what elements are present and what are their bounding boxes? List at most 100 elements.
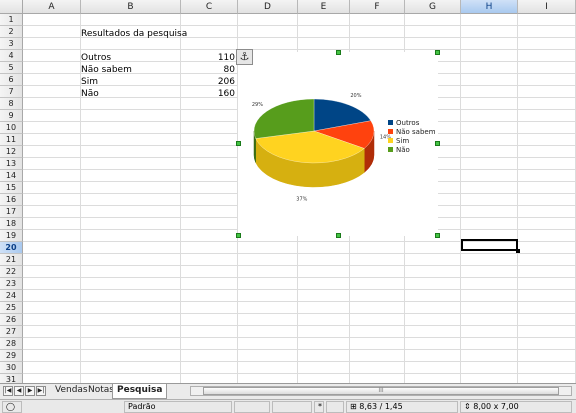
column-header-g[interactable]: G <box>405 0 461 14</box>
fill-handle[interactable] <box>516 249 520 253</box>
row-header-29[interactable]: 29 <box>0 350 23 362</box>
row-header-18[interactable]: 18 <box>0 218 23 230</box>
cell-c4-value[interactable]: 110 <box>181 52 235 64</box>
row-header-11[interactable]: 11 <box>0 134 23 146</box>
row-header-27[interactable]: 27 <box>0 326 23 338</box>
grid-hline <box>23 253 576 254</box>
grid-hline <box>23 289 576 290</box>
grid-hline <box>23 337 576 338</box>
column-header-b[interactable]: B <box>81 0 181 14</box>
grid-hline <box>23 349 576 350</box>
pie-percent-label: 37% <box>296 196 307 202</box>
legend-label: Outros <box>396 119 420 127</box>
size-icon: ⇕ <box>464 402 474 411</box>
pie-percent-label: 29% <box>252 102 263 108</box>
cell-b5-label[interactable]: Não sabem <box>81 64 132 76</box>
legend-swatch <box>388 120 393 125</box>
row-header-10[interactable]: 10 <box>0 122 23 134</box>
column-header-h[interactable]: H <box>461 0 518 14</box>
row-header-13[interactable]: 13 <box>0 158 23 170</box>
row-header-31[interactable]: 31 <box>0 374 23 383</box>
row-header-9[interactable]: 9 <box>0 110 23 122</box>
status-insert-mode[interactable] <box>272 401 312 413</box>
row-header-24[interactable]: 24 <box>0 290 23 302</box>
chart-handle-left[interactable] <box>236 141 241 146</box>
status-position-value: 8,63 / 1,45 <box>359 402 403 411</box>
cell-cursor-h20[interactable] <box>461 239 518 251</box>
row-header-14[interactable]: 14 <box>0 170 23 182</box>
legend-label: Não sabem <box>396 128 436 136</box>
next-sheet-icon[interactable]: ▶ <box>25 386 35 396</box>
horizontal-scroll-thumb[interactable]: III <box>203 387 559 395</box>
row-header-8[interactable]: 8 <box>0 98 23 110</box>
cell-c7-value[interactable]: 160 <box>181 88 235 100</box>
grid-hline <box>23 373 576 374</box>
grid-hline <box>23 277 576 278</box>
chart-handle-bottom-right[interactable] <box>435 233 440 238</box>
row-header-23[interactable]: 23 <box>0 278 23 290</box>
last-sheet-icon[interactable]: ▶| <box>36 386 46 396</box>
legend-label: Não <box>396 146 410 154</box>
pie-chart-object[interactable]: 20% 14% 37% 29% Outros Não sabem Sim Não <box>238 52 438 236</box>
status-size: ⇕ 8,00 x 7,00 <box>460 401 572 413</box>
chart-handle-bottom[interactable] <box>336 233 341 238</box>
row-header-15[interactable]: 15 <box>0 182 23 194</box>
column-header-e[interactable]: E <box>298 0 350 14</box>
grid-vline <box>460 14 461 383</box>
row-header-28[interactable]: 28 <box>0 338 23 350</box>
row-header-5[interactable]: 5 <box>0 62 23 74</box>
status-selection-mode[interactable] <box>326 401 344 413</box>
column-header-c[interactable]: C <box>181 0 238 14</box>
status-bar: ◯ Padrão * ⊞ 8,63 / 1,45 ⇕ 8,00 x 7,00 <box>0 399 576 413</box>
chart-handle-top-right[interactable] <box>435 50 440 55</box>
row-header-3[interactable]: 3 <box>0 38 23 50</box>
column-header-i[interactable]: I <box>518 0 576 14</box>
row-header-17[interactable]: 17 <box>0 206 23 218</box>
row-header-6[interactable]: 6 <box>0 74 23 86</box>
cell-b7-label[interactable]: Não <box>81 88 99 100</box>
row-header-7[interactable]: 7 <box>0 86 23 98</box>
legend-swatch <box>388 138 393 143</box>
row-header-30[interactable]: 30 <box>0 362 23 374</box>
grid-vline <box>517 14 518 383</box>
cell-c5-value[interactable]: 80 <box>181 64 235 76</box>
status-zoom[interactable] <box>234 401 270 413</box>
status-modified-icon: * <box>314 401 324 413</box>
row-header-1[interactable]: 1 <box>0 14 23 26</box>
status-page-style[interactable]: Padrão <box>124 401 232 413</box>
chart-handle-top[interactable] <box>336 50 341 55</box>
row-header-12[interactable]: 12 <box>0 146 23 158</box>
row-header-22[interactable]: 22 <box>0 266 23 278</box>
row-header-20[interactable]: 20 <box>0 242 23 254</box>
position-icon: ⊞ <box>350 402 360 411</box>
legend-label: Sim <box>396 137 409 145</box>
column-header-a[interactable]: A <box>23 0 81 14</box>
row-header-19[interactable]: 19 <box>0 230 23 242</box>
tab-pesquisa[interactable]: Pesquisa <box>112 384 168 399</box>
grid-hline <box>23 265 576 266</box>
row-header-25[interactable]: 25 <box>0 302 23 314</box>
chart-handle-bottom-left[interactable] <box>236 233 241 238</box>
row-header-2[interactable]: 2 <box>0 26 23 38</box>
spreadsheet-grid[interactable]: ABCDEFGHI 1 2 3 4 5 6 7 8 9 10 11 12 13 14 15 16 17 18 19 2… <box>0 0 576 383</box>
column-header-d[interactable]: D <box>238 0 298 14</box>
cell-c6-value[interactable]: 206 <box>181 76 235 88</box>
row-header-26[interactable]: 26 <box>0 314 23 326</box>
cell-b2-title[interactable]: Resultados da pesquisa <box>81 28 187 40</box>
cell-b4-label[interactable]: Outros <box>81 52 111 64</box>
status-signature-icon[interactable]: ◯ <box>2 401 22 413</box>
row-header-16[interactable]: 16 <box>0 194 23 206</box>
select-all-corner[interactable] <box>0 0 23 14</box>
cell-b6-label[interactable]: Sim <box>81 76 98 88</box>
grid-hline <box>23 49 576 50</box>
chart-handle-right[interactable] <box>435 141 440 146</box>
row-header-21[interactable]: 21 <box>0 254 23 266</box>
column-header-f[interactable]: F <box>350 0 405 14</box>
grid-hline <box>23 313 576 314</box>
prev-sheet-icon[interactable]: ◀ <box>14 386 24 396</box>
anchor-icon[interactable]: ⚓ <box>236 49 253 65</box>
row-header-4[interactable]: 4 <box>0 50 23 62</box>
horizontal-scrollbar[interactable]: III <box>190 386 572 396</box>
pie-chart: 20%14%37%29%OutrosNão sabemSimNão <box>252 93 436 202</box>
first-sheet-icon[interactable]: |◀ <box>3 386 13 396</box>
